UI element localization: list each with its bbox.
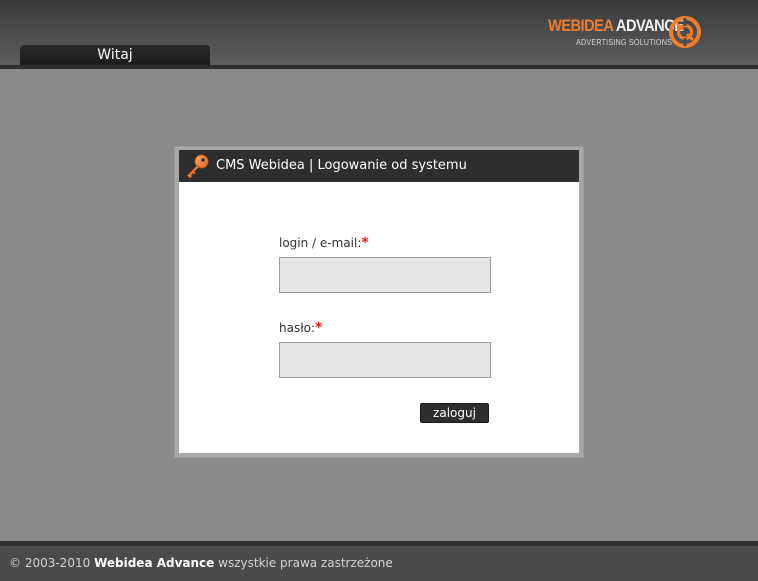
key-icon: [187, 154, 209, 179]
footer-copyright-years: © 2003-2010: [9, 556, 91, 570]
login-dialog-title: CMS Webidea | Logowanie od systemu: [216, 158, 467, 173]
page: Witaj WEBIDEA ADVANCE ADVERTISING SOLUTI…: [0, 0, 758, 581]
logo: WEBIDEA ADVANCE ADVERTISING SOLUTIONS: [548, 14, 708, 54]
required-marker: *: [361, 235, 369, 251]
tab-witaj[interactable]: Witaj: [20, 45, 210, 65]
footer-bar: © 2003-2010 Webidea Advance wszystkie pr…: [0, 546, 758, 581]
password-input[interactable]: [279, 342, 491, 378]
login-form: login / e-mail:* hasło:* zaloguj: [179, 182, 579, 453]
password-label-text: hasło:: [279, 321, 316, 335]
login-label: login / e-mail:*: [279, 235, 369, 251]
header-divider: [0, 65, 758, 69]
logo-mark-icon: [669, 16, 701, 48]
login-label-text: login / e-mail:: [279, 236, 362, 250]
logo-tagline: ADVERTISING SOLUTIONS: [576, 38, 673, 47]
required-marker: *: [315, 320, 323, 336]
logo-word-webidea: WEBIDEA: [548, 16, 613, 35]
footer-copyright: © 2003-2010 Webidea Advance wszystkie pr…: [9, 556, 393, 570]
footer-rights-text: wszystkie prawa zastrzeżone: [218, 556, 393, 570]
footer-company-name: Webidea Advance: [94, 556, 215, 570]
login-email-input[interactable]: [279, 257, 491, 293]
password-label: hasło:*: [279, 320, 322, 336]
login-dialog-titlebar: CMS Webidea | Logowanie od systemu: [179, 150, 579, 182]
logo-wordmark: WEBIDEA ADVANCE: [548, 16, 684, 36]
login-submit-button[interactable]: zaloguj: [420, 403, 489, 423]
tab-witaj-label: Witaj: [97, 47, 133, 63]
